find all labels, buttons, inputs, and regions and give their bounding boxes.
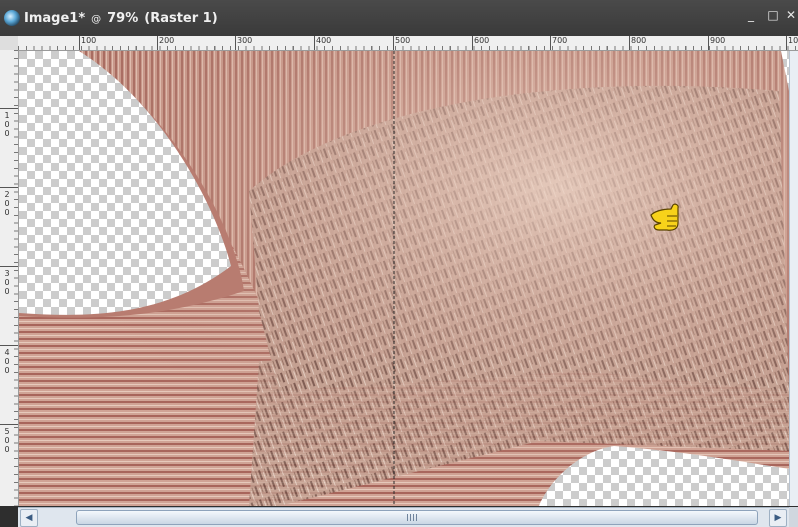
title-zoom-level: 79% [107,11,139,26]
ruler-label: 500 [395,36,411,45]
ruler-label: 100 [81,36,97,45]
ruler-label: 0 [4,199,10,208]
title-image-name: Image1* [24,11,86,26]
scroll-left-gap [0,507,18,527]
horizontal-scrollbar[interactable]: ◀ ▶ [18,507,789,527]
ruler-tick [0,187,18,188]
ruler-label: 800 [631,36,647,45]
ruler-tick [0,345,18,346]
ruler-label: 0 [4,366,10,375]
ruler-tick [0,108,18,109]
ruler-corner [0,36,19,51]
ruler-label: 3 [4,269,10,278]
ruler-label: 200 [159,36,175,45]
scrollbar-corner [789,507,798,527]
raster-image [19,51,789,506]
ruler-label: 5 [4,427,10,436]
ruler-label: 0 [4,357,10,366]
title-at-icon: @ [91,14,102,25]
ruler-label: 700 [552,36,568,45]
ruler-label: 1 [4,111,10,120]
ruler-minor-ticks [14,50,18,506]
image-document-icon [4,10,20,26]
horizontal-ruler[interactable]: 100 200 300 400 500 600 700 800 900 10 [18,36,798,51]
minimize-button[interactable]: _ [744,8,758,22]
scroll-right-button[interactable]: ▶ [769,509,787,527]
ruler-label: 10 [788,36,798,45]
ruler-label: 0 [4,436,10,445]
close-button[interactable]: ✕ [784,8,798,22]
ruler-label: 0 [4,278,10,287]
horizontal-scroll-thumb[interactable] [76,510,758,525]
ruler-label: 0 [4,120,10,129]
title-bar[interactable]: Image1* @79% (Raster 1) _ □ ✕ [0,0,798,37]
title-layer-name: (Raster 1) [144,11,218,26]
ruler-minor-ticks [18,46,798,50]
scroll-left-button[interactable]: ◀ [20,509,38,527]
ruler-label: 0 [4,129,10,138]
image-canvas[interactable] [19,51,789,506]
ruler-label: 400 [316,36,332,45]
ruler-label: 0 [4,208,10,217]
window-title: Image1* @79% (Raster 1) [24,11,224,26]
maximize-button[interactable]: □ [766,8,780,22]
vertical-scrollbar[interactable] [789,51,798,506]
ruler-label: 600 [474,36,490,45]
ruler-label: 2 [4,190,10,199]
ruler-label: 300 [237,36,253,45]
scroll-grip-icon [407,514,419,521]
ruler-tick [0,424,18,425]
ruler-label: 0 [4,445,10,454]
ruler-label: 4 [4,348,10,357]
ruler-label: 0 [4,287,10,296]
image-document-window: Image1* @79% (Raster 1) _ □ ✕ 100 200 300 … [0,0,798,527]
ruler-label: 900 [710,36,726,45]
ruler-tick [0,266,18,267]
vertical-ruler[interactable]: 1 0 0 2 0 0 3 0 0 4 0 0 5 0 0 [0,50,19,506]
